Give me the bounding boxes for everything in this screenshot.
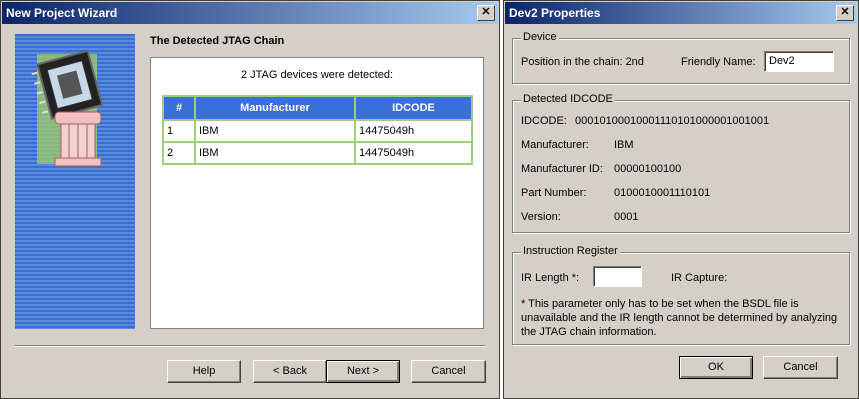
table-header-row: # Manufacturer IDCODE: [162, 95, 473, 121]
manufacturer-id-label: Manufacturer ID:: [521, 163, 603, 175]
ir-group-title: Instruction Register: [521, 245, 620, 257]
cell-idcode: 14475049h: [354, 119, 473, 143]
wizard-title: New Project Wizard: [6, 6, 118, 20]
ok-button[interactable]: OK: [679, 356, 753, 379]
wizard-side-image: [15, 34, 135, 329]
properties-titlebar[interactable]: Dev2 Properties ✕: [505, 2, 857, 24]
device-group: Device Position in the chain: 2nd Friend…: [512, 31, 850, 84]
ir-capture-label: IR Capture:: [671, 272, 728, 284]
friendly-name-label: Friendly Name:: [681, 56, 756, 68]
device-group-title: Device: [521, 31, 559, 43]
part-number-label: Part Number:: [521, 187, 587, 199]
cancel-button[interactable]: Cancel: [411, 360, 486, 383]
device-properties-window: Dev2 Properties ✕ Device Position in the…: [503, 0, 859, 399]
ir-length-label: IR Length *:: [521, 272, 580, 284]
jtag-device-table: # Manufacturer IDCODE 1 IBM 14475049h 2 …: [162, 95, 473, 165]
friendly-name-input[interactable]: Dev2: [764, 51, 834, 72]
table-row[interactable]: 1 IBM 14475049h: [162, 119, 473, 143]
cell-manufacturer: IBM: [194, 119, 356, 143]
table-row[interactable]: 2 IBM 14475049h: [162, 141, 473, 165]
version-value: 0001: [614, 211, 639, 223]
wizard-heading: The Detected JTAG Chain: [150, 35, 285, 47]
back-button[interactable]: < Back: [253, 360, 327, 383]
idcode-group-title: Detected IDCODE: [521, 93, 615, 105]
properties-close-icon[interactable]: ✕: [836, 5, 854, 21]
wizard-close-icon[interactable]: ✕: [477, 5, 495, 21]
part-number-value: 0100010001110101: [614, 187, 711, 199]
version-label: Version:: [521, 211, 561, 223]
ir-note: * This parameter only has to be set when…: [521, 298, 838, 338]
column-header-manufacturer[interactable]: Manufacturer: [194, 95, 356, 121]
idcode-label: IDCODE:: [521, 115, 567, 127]
detected-message: 2 JTAG devices were detected:: [240, 69, 394, 81]
cell-number: 1: [162, 119, 196, 143]
column-header-idcode[interactable]: IDCODE: [354, 95, 473, 121]
manufacturer-value: IBM: [614, 139, 634, 151]
manufacturer-label: Manufacturer:: [521, 139, 589, 151]
properties-cancel-button[interactable]: Cancel: [763, 356, 838, 379]
idcode-value: 00010100010001110101000001001001: [575, 115, 770, 127]
ir-length-input[interactable]: [593, 266, 642, 287]
new-project-wizard-window: New Project Wizard ✕ The Detected JTAG C…: [0, 0, 500, 399]
detected-chain-panel: 2 JTAG devices were detected: # Manufact…: [150, 57, 484, 329]
cell-manufacturer: IBM: [194, 141, 356, 165]
manufacturer-id-value: 00000100100: [614, 163, 682, 175]
cell-number: 2: [162, 141, 196, 165]
column-header-number[interactable]: #: [162, 95, 196, 121]
properties-title: Dev2 Properties: [509, 6, 601, 20]
instruction-register-group: Instruction Register IR Length *: IR Cap…: [512, 245, 850, 345]
position-label: Position in the chain: 2nd: [521, 56, 644, 68]
cell-idcode: 14475049h: [354, 141, 473, 165]
wizard-titlebar[interactable]: New Project Wizard ✕: [2, 2, 498, 24]
wizard-separator: [15, 345, 485, 347]
detected-idcode-group: Detected IDCODE IDCODE: 0001010001000111…: [512, 93, 850, 233]
chip-pillar-icon: [31, 49, 104, 167]
help-button[interactable]: Help: [167, 360, 241, 383]
next-button[interactable]: Next >: [326, 360, 400, 383]
